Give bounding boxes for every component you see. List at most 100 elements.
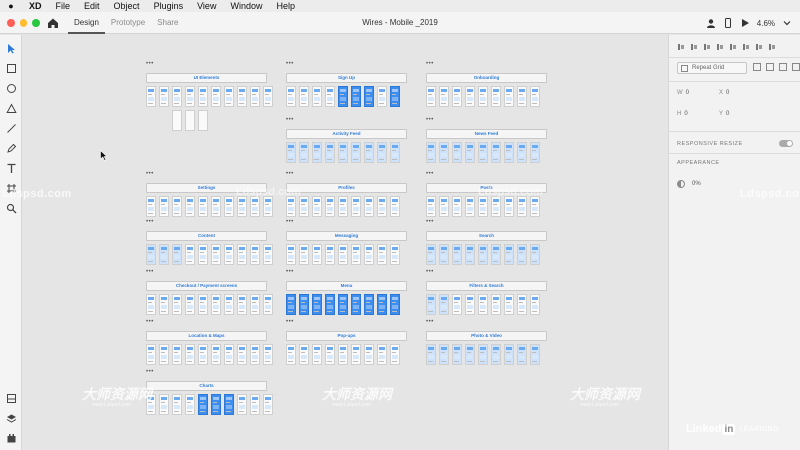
artboard-thumbnail[interactable] <box>237 196 247 217</box>
artboard-thumbnail[interactable] <box>465 294 475 315</box>
artboard-thumbnail[interactable] <box>224 344 234 365</box>
artboard-thumbnail[interactable] <box>211 344 221 365</box>
select-tool[interactable] <box>4 41 18 55</box>
artboard-thumbnail[interactable] <box>185 244 195 265</box>
artboard-thumbnail[interactable] <box>146 196 156 217</box>
artboard-thumbnail[interactable] <box>299 196 309 217</box>
artboard-thumbnail[interactable] <box>250 244 260 265</box>
artboard-thumbnail[interactable] <box>439 344 449 365</box>
artboard-group[interactable]: ••• Search <box>426 219 547 267</box>
artboard-thumbnail[interactable] <box>504 86 514 107</box>
artboard-thumbnail[interactable] <box>390 244 400 265</box>
artboard-thumbnail[interactable] <box>263 344 273 365</box>
ellipse-tool[interactable] <box>4 81 18 95</box>
artboard-thumbnail[interactable] <box>351 142 361 163</box>
artboard-group[interactable]: ••• Menu <box>286 269 407 317</box>
artboard-group[interactable]: ••• Activity Feed <box>286 117 407 165</box>
artboard-thumbnail[interactable] <box>478 344 488 365</box>
artboard-group[interactable]: ••• Settings <box>146 171 273 219</box>
repeat-grid-button[interactable]: Repeat Grid <box>677 62 747 74</box>
artboard-thumbnail[interactable] <box>439 86 449 107</box>
artboard-thumbnail[interactable] <box>390 142 400 163</box>
artboard-thumbnail[interactable] <box>299 142 309 163</box>
artboard-thumbnail[interactable] <box>250 394 260 415</box>
x-field[interactable]: X0 <box>719 90 729 96</box>
artboard-thumbnail[interactable] <box>426 294 436 315</box>
artboard-thumbnail[interactable] <box>478 142 488 163</box>
artboard-thumbnail[interactable] <box>504 294 514 315</box>
artboard-group[interactable]: ••• Checkout / Payment screens <box>146 269 273 317</box>
artboard-group[interactable]: ••• Sign Up <box>286 61 407 109</box>
artboard-thumbnail[interactable] <box>491 196 501 217</box>
menu-app[interactable]: XD <box>22 0 49 12</box>
artboard-thumbnail[interactable] <box>465 196 475 217</box>
artboard-thumbnail[interactable] <box>159 196 169 217</box>
artboard-thumbnail[interactable] <box>250 86 260 107</box>
align-bottom-icon[interactable] <box>755 43 763 51</box>
artboard-thumbnail[interactable] <box>185 344 195 365</box>
line-tool[interactable] <box>4 121 18 135</box>
artboard-thumbnail[interactable] <box>172 110 182 131</box>
artboard-thumbnail[interactable] <box>491 344 501 365</box>
artboard-thumbnail[interactable] <box>159 294 169 315</box>
plugins-panel-button[interactable] <box>4 431 18 445</box>
artboard-thumbnail[interactable] <box>286 244 296 265</box>
artboard-thumbnail[interactable] <box>159 244 169 265</box>
align-middle-icon[interactable] <box>742 43 750 51</box>
artboard-thumbnail[interactable] <box>263 86 273 107</box>
artboard-thumbnail[interactable] <box>312 294 322 315</box>
artboard-thumbnail[interactable] <box>312 196 322 217</box>
artboard-thumbnail[interactable] <box>159 394 169 415</box>
menu-view[interactable]: View <box>190 0 223 12</box>
artboard-thumbnail[interactable] <box>224 86 234 107</box>
artboard-thumbnail[interactable] <box>198 394 208 415</box>
artboard-thumbnail[interactable] <box>299 244 309 265</box>
artboard-thumbnail[interactable] <box>338 244 348 265</box>
artboard-thumbnail[interactable] <box>211 86 221 107</box>
artboard-thumbnail[interactable] <box>237 394 247 415</box>
artboard-group[interactable]: ••• Pop-ups <box>286 319 407 367</box>
artboard-thumbnail[interactable] <box>325 142 335 163</box>
artboard-thumbnail[interactable] <box>312 344 322 365</box>
artboard-thumbnail[interactable] <box>452 142 462 163</box>
artboard-group[interactable]: ••• Messaging <box>286 219 407 267</box>
y-field[interactable]: Y0 <box>719 111 729 117</box>
artboard-thumbnail[interactable] <box>172 344 182 365</box>
artboard-thumbnail[interactable] <box>478 294 488 315</box>
artboard-group[interactable]: ••• UI Elements <box>146 61 273 131</box>
artboard-thumbnail[interactable] <box>351 244 361 265</box>
close-window-button[interactable] <box>7 18 15 27</box>
artboard-thumbnail[interactable] <box>517 344 527 365</box>
artboard-thumbnail[interactable] <box>504 244 514 265</box>
artboard-thumbnail[interactable] <box>159 86 169 107</box>
artboard-thumbnail[interactable] <box>364 244 374 265</box>
artboard-thumbnail[interactable] <box>325 294 335 315</box>
apple-menu-icon[interactable]: ● <box>0 1 22 11</box>
artboard-thumbnail[interactable] <box>426 142 436 163</box>
artboard-thumbnail[interactable] <box>286 294 296 315</box>
zoom-window-button[interactable] <box>32 18 41 27</box>
artboard-thumbnail[interactable] <box>172 394 182 415</box>
tab-prototype[interactable]: Prototype <box>105 12 151 34</box>
artboard-thumbnail[interactable] <box>299 294 309 315</box>
artboard-thumbnail[interactable] <box>198 294 208 315</box>
artboard-thumbnail[interactable] <box>224 394 234 415</box>
artboard-thumbnail[interactable] <box>338 86 348 107</box>
artboard-group[interactable]: ••• News Feed <box>426 117 547 165</box>
artboard-thumbnail[interactable] <box>263 294 273 315</box>
tab-share[interactable]: Share <box>151 12 184 34</box>
artboard-thumbnail[interactable] <box>211 196 221 217</box>
artboard-thumbnail[interactable] <box>465 142 475 163</box>
menu-help[interactable]: Help <box>269 0 302 12</box>
artboard-thumbnail[interactable] <box>146 344 156 365</box>
menu-file[interactable]: File <box>49 0 78 12</box>
rectangle-tool[interactable] <box>4 61 18 75</box>
artboard-thumbnail[interactable] <box>517 244 527 265</box>
artboard-thumbnail[interactable] <box>439 294 449 315</box>
artboard-thumbnail[interactable] <box>185 86 195 107</box>
artboard-thumbnail[interactable] <box>530 196 540 217</box>
artboard-thumbnail[interactable] <box>263 196 273 217</box>
artboard-thumbnail[interactable] <box>439 196 449 217</box>
artboard-thumbnail[interactable] <box>390 196 400 217</box>
tab-design[interactable]: Design <box>68 12 105 34</box>
